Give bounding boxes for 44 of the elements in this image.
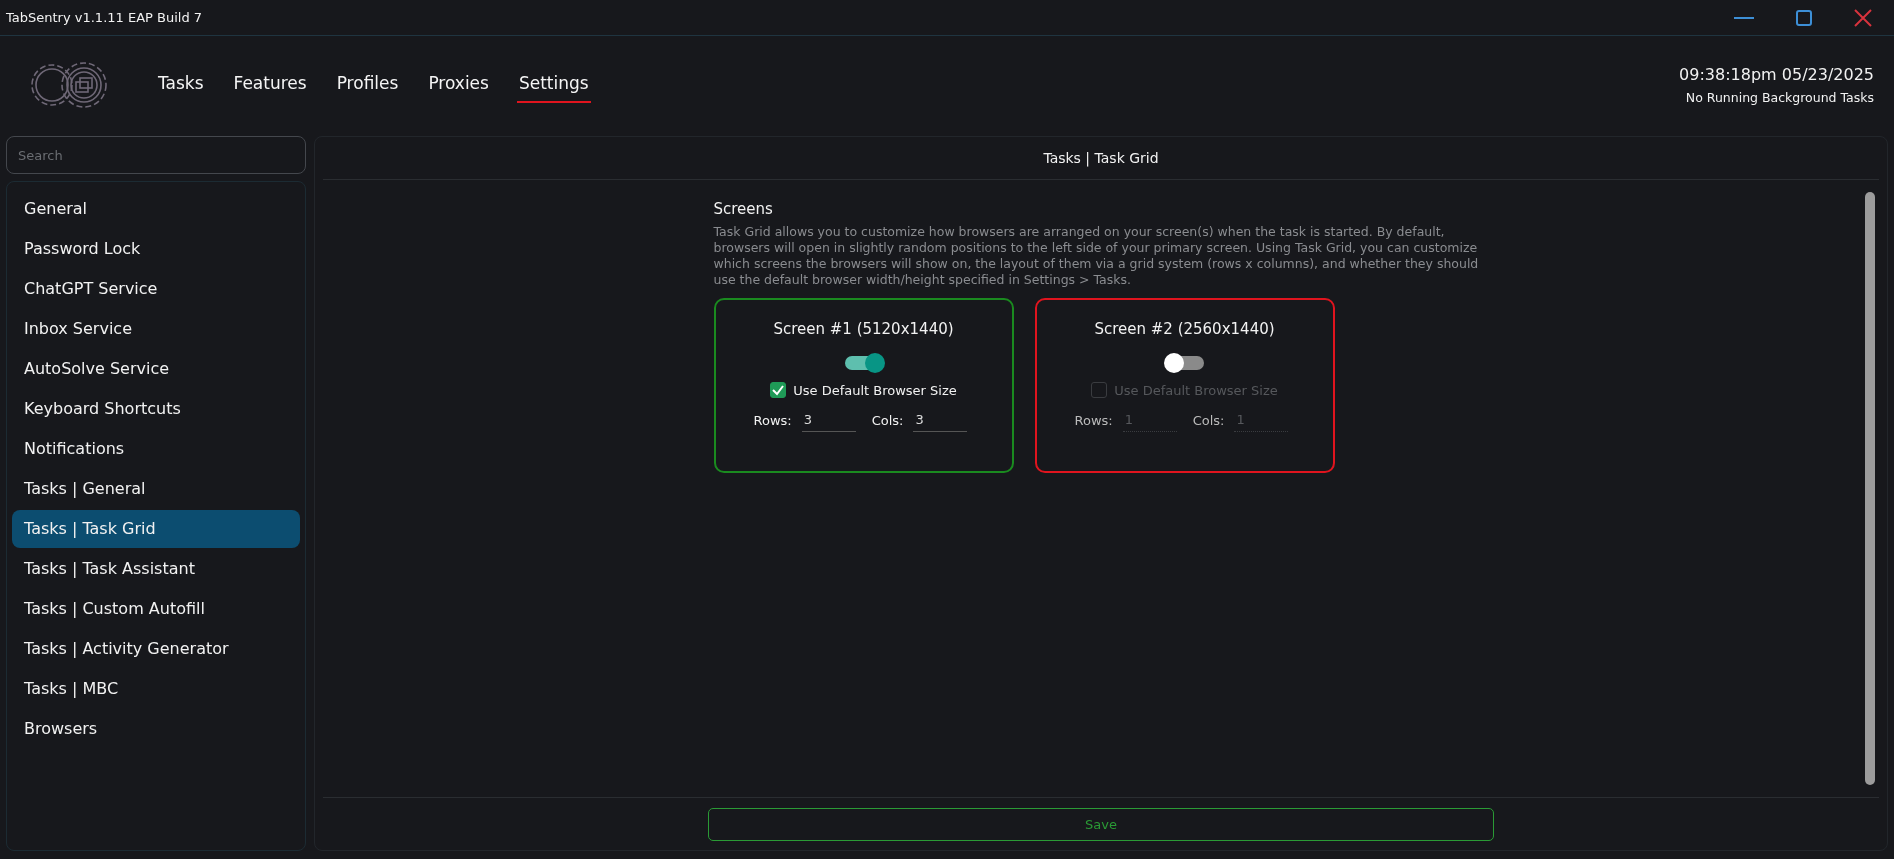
- checkbox[interactable]: [1091, 382, 1108, 398]
- nav-tab[interactable]: Proxies: [426, 67, 491, 103]
- cols-label: Cols:: [1192, 412, 1225, 428]
- nav-tab[interactable]: Tasks: [156, 67, 206, 103]
- maximize-icon[interactable]: [1796, 9, 1812, 26]
- sidebar-item[interactable]: Tasks | General: [12, 470, 300, 508]
- panel-title: Tasks | Task Grid: [323, 137, 1879, 180]
- sidebar-item[interactable]: Tasks | Task Assistant: [12, 550, 300, 588]
- cols-label: Cols:: [871, 412, 904, 428]
- sidebar-item[interactable]: Tasks | Custom Autofill: [12, 590, 300, 628]
- sidebar-item[interactable]: Tasks | Task Grid: [12, 510, 300, 548]
- close-icon[interactable]: [1854, 8, 1872, 27]
- background-status-text: No Running Background Tasks: [1684, 90, 1874, 105]
- sidebar-item[interactable]: Password Lock: [12, 230, 300, 268]
- search-field[interactable]: Search: [6, 136, 306, 174]
- checkbox-label: Use Default Browser Size: [1114, 382, 1278, 398]
- nav-tab[interactable]: Settings: [516, 67, 591, 103]
- cols-field[interactable]: 3: [913, 408, 968, 432]
- rows-label: Rows:: [1074, 412, 1113, 428]
- nav-tab[interactable]: Features: [231, 67, 309, 103]
- sidebar-item[interactable]: Inbox Service: [12, 310, 300, 348]
- screen-title: Screen #2 (2560x1440): [1094, 320, 1275, 338]
- nav-tab[interactable]: Profiles: [334, 67, 401, 103]
- window-title: TabSentry v1.1.11 EAP Build 7: [6, 10, 203, 25]
- sidebar-item[interactable]: Browsers: [12, 710, 300, 748]
- sidebar-item[interactable]: ChatGPT Service: [12, 270, 300, 308]
- clock-text: 09:38:18pm 05/23/2025: [1679, 65, 1874, 84]
- screen-title: Screen #1 (5120x1440): [773, 320, 954, 338]
- rows-field[interactable]: 3: [801, 408, 856, 432]
- rows-label: Rows:: [753, 412, 792, 428]
- sidebar-item[interactable]: Tasks | MBC: [12, 670, 300, 708]
- description-text: Task Grid allows you to customize how browsers are arranged on your screen(s) when the task is started. By default, browsers will open in slightly random positions to the left side of your primary screen. Using Task Grid, you can customize which screens the browsers will show on, the layout of them via a grid system (rows x columns), and whether they should use the default browser width/height specified in Settings > Tasks.: [713, 224, 1480, 288]
- sidebar-item[interactable]: Keyboard Shortcuts: [12, 390, 300, 428]
- screen-toggle[interactable]: [1165, 356, 1204, 370]
- save-button[interactable]: Save: [708, 808, 1494, 841]
- screen-toggle[interactable]: [844, 356, 883, 370]
- checkbox[interactable]: [770, 382, 787, 398]
- sidebar-item[interactable]: General: [12, 190, 300, 228]
- sidebar-item[interactable]: Notifications: [12, 430, 300, 468]
- section-title: Screens: [713, 200, 774, 218]
- checkbox-label: Use Default Browser Size: [793, 382, 957, 398]
- sidebar-item[interactable]: Tasks | Activity Generator: [12, 630, 300, 668]
- scrollbar[interactable]: [1865, 192, 1875, 785]
- sidebar-item[interactable]: AutoSolve Service: [12, 350, 300, 388]
